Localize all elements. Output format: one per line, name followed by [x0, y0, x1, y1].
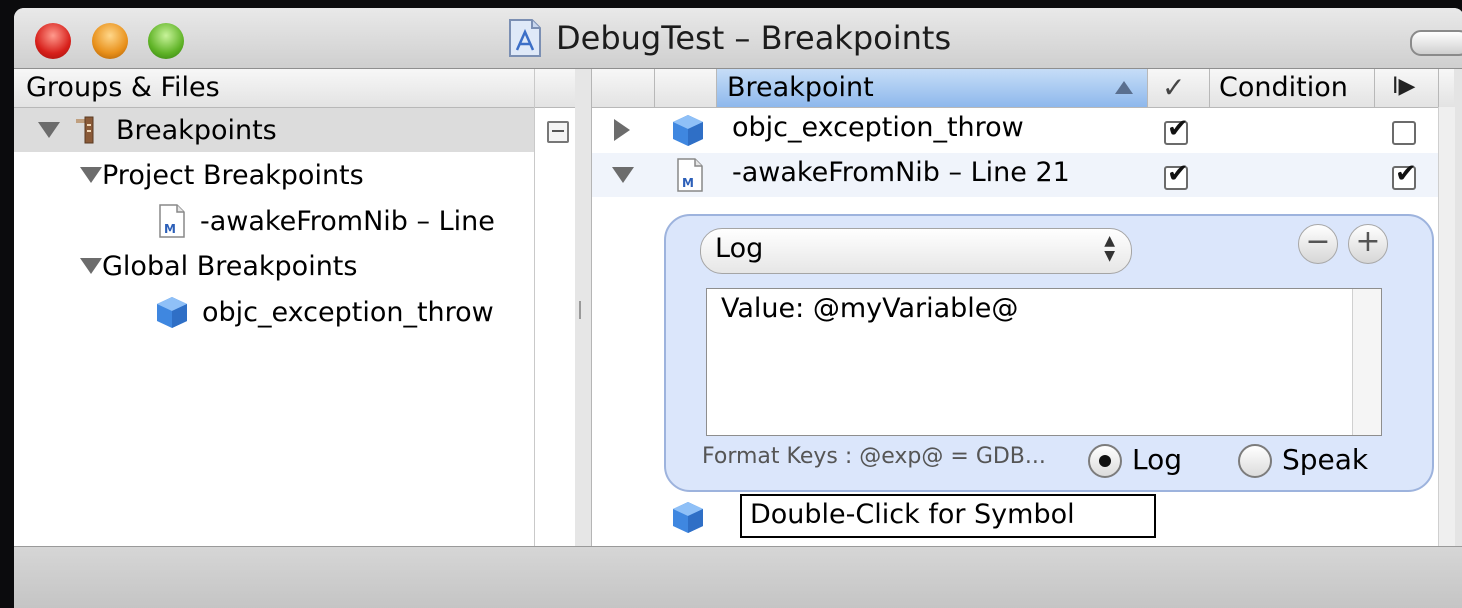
- breakpoint-name: -awakeFromNib – Line 21: [732, 157, 1070, 188]
- tree-item-awake-from-nib[interactable]: M -awakeFromNib – Line: [158, 199, 495, 243]
- objc-m-file-icon: M: [159, 204, 185, 238]
- format-keys-hint: Format Keys : @exp@ = GDB...: [702, 444, 1046, 469]
- column-separator: [1374, 69, 1375, 107]
- pane-splitter[interactable]: [575, 69, 592, 546]
- splitter-grip-icon: [579, 301, 587, 319]
- zoom-button[interactable]: [148, 23, 184, 59]
- groups-files-header: Groups & Files: [14, 69, 534, 108]
- tree-label-project-breakpoints: Project Breakpoints: [102, 159, 364, 191]
- symbol-cube-icon: [673, 115, 703, 146]
- tree-item-project-breakpoints[interactable]: Project Breakpoints: [80, 153, 364, 197]
- column-header-condition[interactable]: Condition: [1219, 72, 1348, 103]
- xcode-project-icon: [509, 19, 541, 57]
- status-bar: [14, 546, 1462, 608]
- continue-checkbox[interactable]: [1392, 121, 1416, 145]
- tree-label-global-breakpoints: Global Breakpoints: [102, 250, 358, 282]
- new-symbol-breakpoint-field[interactable]: Double-Click for Symbol: [740, 494, 1156, 538]
- breakpoints-window: DebugTest – Breakpoints Groups & Files B…: [14, 8, 1462, 608]
- sort-ascending-icon: [1115, 81, 1133, 94]
- title-group: DebugTest – Breakpoints: [508, 18, 951, 58]
- svg-text:M: M: [164, 222, 176, 236]
- breakpoint-action-panel: Log ▲ ▼ − + Value: @myVariable@ Format Ke…: [664, 214, 1434, 492]
- column-header-breakpoint-label: Breakpoint: [727, 72, 874, 103]
- svg-text:M: M: [682, 176, 694, 190]
- disclosure-triangle-icon[interactable]: [80, 167, 102, 183]
- speak-radio[interactable]: [1238, 444, 1272, 478]
- enabled-checkbox[interactable]: [1164, 114, 1189, 145]
- add-action-button[interactable]: +: [1348, 224, 1388, 264]
- tree-label-breakpoints: Breakpoints: [116, 114, 277, 146]
- disclosure-triangle-icon[interactable]: [80, 258, 102, 274]
- objc-m-file-icon: M: [677, 158, 703, 192]
- textarea-scrollbar[interactable]: [1352, 289, 1381, 435]
- column-header-breakpoint[interactable]: Breakpoint: [717, 69, 1147, 107]
- log-radio-label[interactable]: Log: [1132, 443, 1182, 476]
- side-column-header: [535, 69, 575, 108]
- column-header-continue[interactable]: I▶: [1392, 74, 1415, 99]
- column-separator: [1147, 69, 1148, 107]
- popup-arrows-icon: ▲ ▼: [1104, 233, 1115, 264]
- new-symbol-placeholder: Double-Click for Symbol: [750, 499, 1075, 530]
- table-vertical-scrollbar[interactable]: [1438, 107, 1455, 546]
- disclosure-triangle-icon[interactable]: [38, 122, 60, 138]
- table-header: Breakpoint ✓ Condition I▶: [592, 69, 1454, 108]
- breakpoints-icon: [76, 116, 94, 144]
- collapse-button[interactable]: [547, 121, 569, 143]
- action-type-value: Log: [715, 233, 764, 264]
- symbol-cube-icon: [673, 502, 703, 533]
- tree-label-awake-from-nib: -awakeFromNib – Line: [200, 205, 495, 237]
- speak-radio-label[interactable]: Speak: [1282, 443, 1368, 476]
- tree-label-objc-exception-throw: objc_exception_throw: [202, 296, 494, 328]
- table-row[interactable]: M -awakeFromNib – Line 21: [592, 153, 1438, 197]
- disclosure-triangle-icon[interactable]: [612, 167, 634, 183]
- remove-action-button[interactable]: −: [1298, 224, 1338, 264]
- log-radio[interactable]: [1088, 444, 1122, 478]
- continue-checkbox[interactable]: [1392, 159, 1417, 190]
- tree-item-global-breakpoints[interactable]: Global Breakpoints: [80, 244, 357, 288]
- action-type-popup[interactable]: Log ▲ ▼: [700, 228, 1132, 274]
- log-message-text: Value: @myVariable@: [721, 293, 1019, 324]
- column-separator: [1438, 69, 1439, 107]
- log-message-textarea[interactable]: Value: @myVariable@: [706, 288, 1382, 436]
- window-title: DebugTest – Breakpoints: [556, 19, 952, 57]
- groups-files-pane: Groups & Files Breakpoints Project Break…: [14, 69, 534, 546]
- groups-files-header-label: Groups & Files: [26, 72, 220, 103]
- column-separator: [1209, 69, 1210, 107]
- column-header-enabled[interactable]: ✓: [1162, 71, 1185, 104]
- breakpoint-name: objc_exception_throw: [732, 112, 1024, 143]
- toolbar-toggle-button[interactable]: [1410, 30, 1462, 56]
- breakpoints-table: Breakpoint ✓ Condition I▶ objc_exception…: [592, 69, 1455, 546]
- column-separator: [654, 69, 655, 107]
- minimize-button[interactable]: [92, 23, 128, 59]
- disclosure-triangle-icon[interactable]: [614, 119, 630, 141]
- enabled-checkbox[interactable]: [1164, 159, 1189, 190]
- groups-files-side-column: [534, 69, 576, 546]
- tree-item-breakpoints[interactable]: Breakpoints: [38, 108, 277, 152]
- close-button[interactable]: [35, 23, 71, 59]
- table-row[interactable]: objc_exception_throw: [592, 108, 1438, 152]
- symbol-cube-icon: [157, 297, 187, 328]
- tree-item-objc-exception-throw[interactable]: objc_exception_throw: [154, 290, 494, 334]
- title-bar: DebugTest – Breakpoints: [14, 8, 1462, 69]
